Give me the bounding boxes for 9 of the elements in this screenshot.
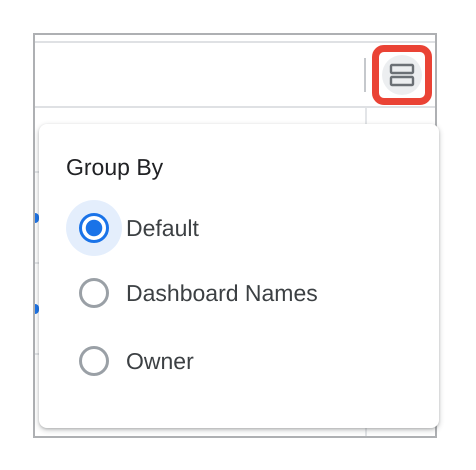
rows-icon bbox=[389, 62, 415, 88]
radio-option[interactable]: Dashboard Names bbox=[66, 259, 439, 327]
radio-button[interactable] bbox=[79, 213, 109, 243]
radio-button[interactable] bbox=[79, 278, 109, 308]
radio-option[interactable]: Default bbox=[66, 197, 439, 259]
radio-option[interactable]: Owner bbox=[66, 327, 439, 395]
radio-button[interactable] bbox=[79, 346, 109, 376]
group-by-button[interactable] bbox=[382, 54, 422, 94]
menu-title: Group By bbox=[66, 154, 164, 181]
